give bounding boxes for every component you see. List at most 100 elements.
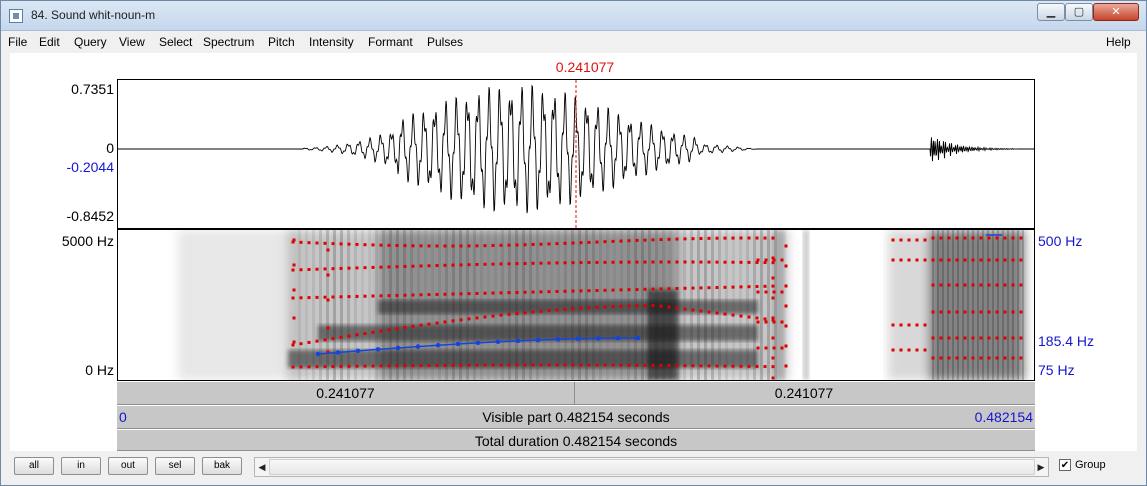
spectrogram-burst-line — [773, 230, 785, 380]
formant-point — [659, 363, 663, 367]
group-checkbox-box[interactable]: ✔ — [1059, 459, 1071, 472]
formant-point — [963, 236, 967, 240]
formant-point — [715, 311, 719, 315]
spectrogram-noise — [178, 230, 298, 380]
formant-point — [939, 310, 943, 314]
close-button[interactable]: ✕ — [1093, 3, 1139, 21]
sound-editor-canvas[interactable]: 0.241077 0.7351 0 -0.2044 -0.8452 5000 H… — [10, 53, 1137, 451]
minimize-button[interactable]: ▁ — [1037, 3, 1065, 21]
formant-point — [987, 356, 991, 360]
formant-point — [931, 356, 935, 360]
menu-query[interactable]: Query — [74, 35, 107, 49]
visible-part-bar[interactable]: 0 Visible part 0.482154 seconds 0.482154 — [117, 405, 1035, 429]
scrollbar-thumb[interactable] — [269, 459, 1035, 475]
formant-point — [747, 260, 751, 264]
time-scrollbar[interactable]: ◀ ▶ — [254, 457, 1049, 477]
waveform-panel[interactable] — [117, 79, 1035, 229]
formant-point — [780, 290, 784, 294]
menu-formant[interactable]: Formant — [368, 35, 413, 49]
formant-point — [595, 240, 599, 244]
time-bar-left-part[interactable]: 0.241077 — [117, 385, 574, 401]
formant-point — [707, 236, 711, 240]
formant-point — [1019, 258, 1023, 262]
selection-time-bar[interactable]: 0.241077 0.241077 — [117, 381, 1035, 405]
formant-point — [363, 294, 367, 298]
scroll-left-arrow-icon[interactable]: ◀ — [255, 458, 269, 476]
menu-help[interactable]: Help — [1106, 35, 1131, 49]
formant-point — [635, 363, 639, 367]
zoom-back-button[interactable]: bak — [202, 457, 242, 475]
formant-point — [963, 283, 967, 287]
formant-point — [635, 260, 639, 264]
pitch-min-label: 75 Hz — [1038, 362, 1075, 378]
formant-point — [771, 356, 775, 360]
formant-point — [763, 236, 767, 240]
formant-point — [387, 243, 391, 247]
formant-point — [651, 304, 655, 308]
pitch-point — [395, 345, 401, 351]
formant-point — [683, 260, 687, 264]
formant-point — [555, 363, 559, 367]
menu-view[interactable]: View — [119, 35, 145, 49]
formant-point — [635, 287, 639, 291]
formant-point — [707, 286, 711, 290]
menu-file[interactable]: File — [8, 35, 27, 49]
formant-point — [907, 348, 911, 352]
formant-point — [323, 267, 327, 271]
pitch-point — [375, 347, 381, 352]
formant-point — [579, 289, 583, 293]
formant-point — [291, 296, 295, 300]
formant-point — [291, 268, 295, 272]
spectrogram-plot — [178, 230, 1025, 380]
formant-point — [323, 338, 327, 342]
menu-select[interactable]: Select — [159, 35, 192, 49]
group-checkbox[interactable]: ✔ Group — [1059, 459, 1106, 472]
formant-point — [699, 309, 703, 313]
formant-point — [483, 244, 487, 248]
pitch-point — [575, 336, 581, 342]
formant-point — [756, 346, 760, 350]
formant-point — [691, 286, 695, 290]
zoom-all-button[interactable]: all — [14, 457, 54, 475]
formant-point — [987, 236, 991, 240]
pitch-point — [635, 335, 641, 341]
time-bar-right-part[interactable]: 0.241077 — [575, 385, 1033, 401]
formant-point — [339, 266, 343, 270]
formant-point — [995, 336, 999, 340]
formant-point — [955, 258, 959, 262]
spectrogram-striation — [992, 230, 994, 380]
formant-point — [747, 315, 751, 319]
formant-point — [435, 321, 439, 325]
spectrogram-panel[interactable] — [117, 229, 1035, 381]
menu-pitch[interactable]: Pitch — [268, 35, 295, 49]
formant-point — [891, 238, 895, 242]
pitch-point — [595, 336, 601, 341]
formant-point — [691, 260, 695, 264]
menu-spectrum[interactable]: Spectrum — [203, 35, 254, 49]
total-duration-bar[interactable]: Total duration 0.482154 seconds — [117, 429, 1035, 451]
formant-point — [483, 291, 487, 295]
formant-point — [347, 266, 351, 270]
menu-edit[interactable]: Edit — [39, 35, 60, 49]
formant-point — [1011, 236, 1015, 240]
formant-point — [756, 258, 760, 262]
spectrogram-striation — [767, 230, 770, 380]
formant-point — [523, 261, 527, 265]
formant-point — [675, 286, 679, 290]
formant-point — [419, 364, 423, 368]
formant-point — [651, 287, 655, 291]
menu-intensity[interactable]: Intensity — [309, 35, 354, 49]
zoom-selection-button[interactable]: sel — [155, 457, 195, 475]
scroll-right-arrow-icon[interactable]: ▶ — [1034, 458, 1048, 476]
zoom-out-button[interactable]: out — [108, 457, 148, 475]
formant-point — [899, 258, 903, 262]
formant-point — [771, 256, 775, 260]
maximize-button[interactable]: ▢ — [1065, 3, 1093, 21]
formant-point — [395, 364, 399, 368]
menu-pulses[interactable]: Pulses — [427, 35, 463, 49]
formant-point — [347, 295, 351, 299]
formant-point — [907, 238, 911, 242]
formant-point — [755, 364, 759, 368]
formant-point — [291, 343, 295, 347]
zoom-in-button[interactable]: in — [61, 457, 101, 475]
